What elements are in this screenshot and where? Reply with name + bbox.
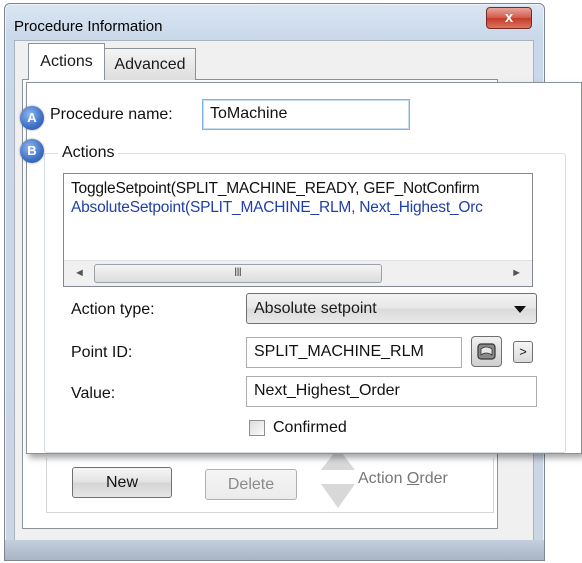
value-label: Value: (71, 385, 116, 402)
close-icon: x (504, 9, 514, 26)
window-title: Procedure Information (14, 18, 163, 35)
actions-detail-callout: Procedure name: ToMachine Actions Toggle… (26, 82, 582, 454)
action-order-label: Action Order (358, 470, 448, 488)
scrollbar-thumb[interactable]: III (94, 264, 382, 283)
actions-group-label: Actions (58, 144, 119, 162)
point-browser-icon (477, 343, 496, 360)
scroll-left-icon[interactable]: ◄ (74, 267, 85, 279)
confirmed-checkbox[interactable] (249, 420, 265, 436)
action-order-prefix: Action (358, 470, 407, 487)
list-item[interactable]: ToggleSetpoint(SPLIT_MACHINE_READY, GEF_… (71, 180, 480, 198)
new-button[interactable]: New (72, 467, 172, 498)
action-type-label: Action type: (71, 301, 155, 318)
procedure-name-label: Procedure name: (50, 106, 173, 123)
confirmed-label[interactable]: Confirmed (273, 419, 347, 437)
title-bar[interactable]: Procedure Information x (5, 4, 544, 40)
tab-actions[interactable]: Actions (28, 43, 105, 80)
actions-list[interactable]: ToggleSetpoint(SPLIT_MACHINE_READY, GEF_… (63, 173, 533, 287)
chevron-down-icon (514, 306, 526, 313)
value-input[interactable]: Next_Highest_Order (246, 376, 537, 407)
point-browser-button[interactable] (471, 336, 502, 367)
close-button[interactable]: x (486, 7, 532, 29)
point-id-input[interactable]: SPLIT_MACHINE_RLM (246, 337, 462, 368)
action-type-value: Absolute setpoint (254, 300, 377, 317)
more-button[interactable]: > (513, 341, 533, 363)
scroll-right-icon[interactable]: ► (511, 267, 522, 279)
grip-icon: III (234, 265, 242, 279)
action-order-mnemonic: O (406, 470, 420, 487)
horizontal-scrollbar[interactable]: ◄ III ► (64, 260, 532, 286)
move-down-icon[interactable] (321, 484, 355, 508)
callout-badge-a: A (20, 106, 44, 130)
window-bottom-frame (4, 540, 545, 561)
action-order-suffix: rder (419, 470, 448, 487)
callout-badge-b: B (20, 139, 44, 163)
tab-advanced[interactable]: Advanced (104, 48, 196, 80)
action-type-select[interactable]: Absolute setpoint (246, 293, 537, 324)
action-order-arrows[interactable] (321, 448, 355, 514)
delete-button[interactable]: Delete (205, 469, 297, 500)
point-id-label: Point ID: (71, 344, 133, 361)
procedure-name-input[interactable]: ToMachine (202, 99, 410, 130)
list-item-selected[interactable]: AbsoluteSetpoint(SPLIT_MACHINE_RLM, Next… (71, 199, 483, 217)
